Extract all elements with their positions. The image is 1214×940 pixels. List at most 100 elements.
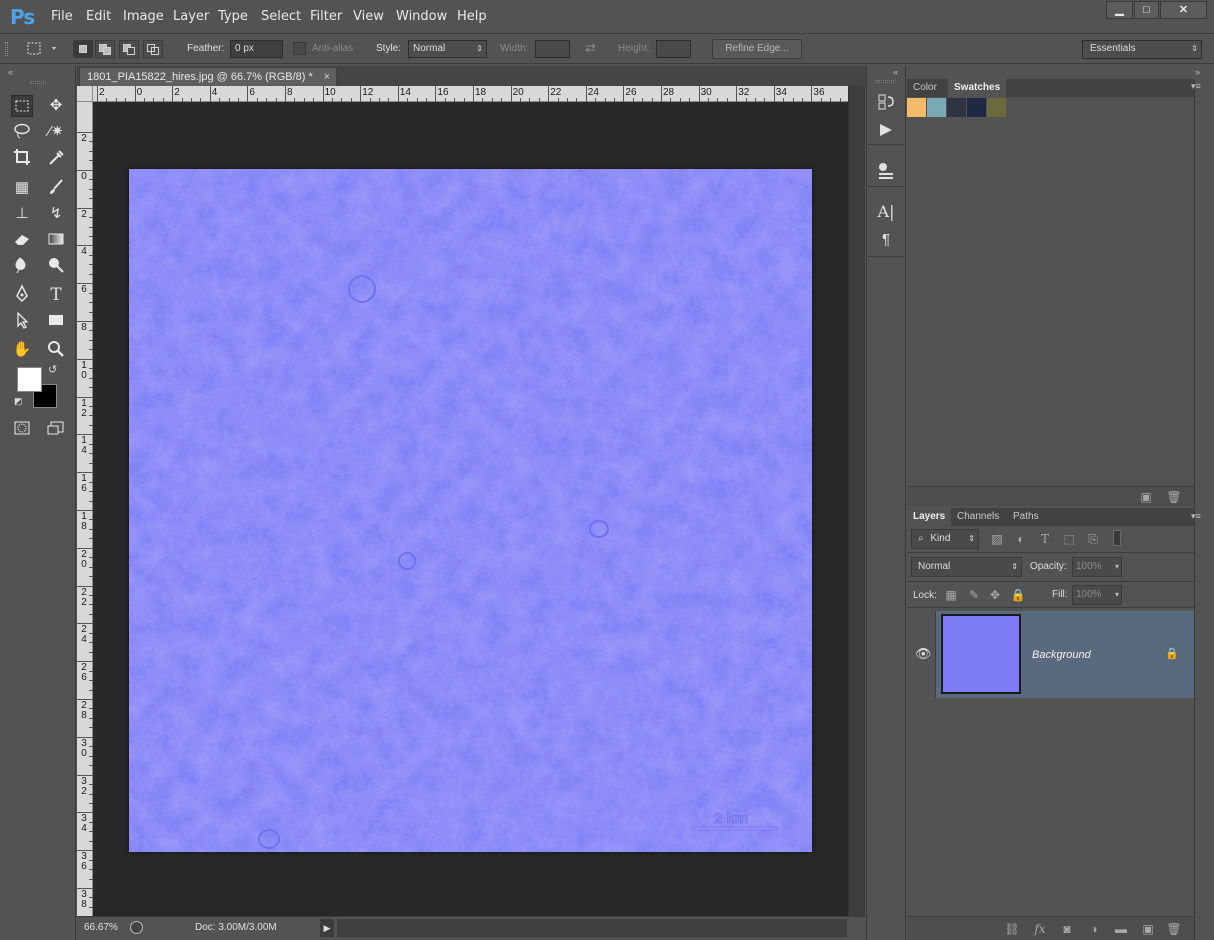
- history-panel-icon[interactable]: [876, 92, 896, 112]
- spot-healing-tool[interactable]: ▦: [11, 177, 33, 199]
- tab-layers[interactable]: Layers: [907, 508, 952, 526]
- layer-mask-icon[interactable]: ◙: [1059, 921, 1075, 937]
- grip-handle[interactable]: [30, 81, 46, 84]
- smart-object-filter-icon[interactable]: ⎘: [1085, 531, 1101, 547]
- rectangle-tool[interactable]: [45, 310, 67, 332]
- eye-icon[interactable]: 👁: [915, 646, 932, 662]
- menu-edit[interactable]: Edit: [86, 9, 111, 24]
- new-group-icon[interactable]: ▬: [1113, 921, 1129, 937]
- refine-edge-button[interactable]: Refine Edge...: [712, 39, 802, 59]
- lock-position-icon[interactable]: ✥: [987, 587, 1003, 603]
- vertical-scrollbar[interactable]: [848, 86, 865, 916]
- shape-filter-icon[interactable]: ⬚: [1061, 531, 1077, 547]
- menu-help[interactable]: Help: [457, 9, 487, 24]
- panel-menu-icon[interactable]: ▾≡: [1191, 81, 1201, 92]
- tab-color[interactable]: Color: [907, 79, 943, 97]
- eyedropper-tool[interactable]: [45, 147, 67, 169]
- grip-handle[interactable]: [876, 80, 894, 83]
- adjustment-layer-icon[interactable]: ◑: [1086, 921, 1102, 937]
- ruler-origin[interactable]: [77, 86, 93, 102]
- menu-file[interactable]: File: [51, 9, 73, 24]
- add-selection-mode[interactable]: [95, 40, 115, 58]
- rectangular-marquee-tool[interactable]: [11, 95, 33, 117]
- link-layers-icon[interactable]: ⛓: [1004, 921, 1020, 937]
- adjustment-filter-icon[interactable]: ◐: [1013, 531, 1029, 547]
- new-selection-mode[interactable]: [73, 40, 93, 58]
- menu-image[interactable]: Image: [123, 9, 164, 24]
- brush-tool[interactable]: [45, 177, 67, 199]
- height-input[interactable]: [656, 40, 691, 58]
- close-window-button[interactable]: ✕: [1160, 1, 1207, 19]
- expand-panels-icon[interactable]: »: [1195, 67, 1200, 77]
- lasso-tool[interactable]: [11, 121, 33, 143]
- swap-icon[interactable]: ⇄: [585, 40, 596, 56]
- blend-mode-select[interactable]: Normal ⇕: [911, 557, 1022, 577]
- menu-view[interactable]: View: [353, 9, 384, 24]
- document-canvas[interactable]: 2 km: [129, 169, 812, 852]
- lock-transparency-icon[interactable]: ▦: [943, 587, 959, 603]
- type-filter-icon[interactable]: T: [1037, 531, 1053, 547]
- horizontal-ruler[interactable]: 2 0 2 4 6 8 10 12 14 16 18 20 22 24 26 28 30 32 34 36: [93, 86, 848, 102]
- magic-wand-tool[interactable]: ⁄✷: [45, 121, 67, 143]
- tab-swatches[interactable]: Swatches: [948, 79, 1007, 97]
- foreground-color-swatch[interactable]: [17, 367, 42, 392]
- blur-tool[interactable]: [11, 255, 33, 277]
- panel-menu-icon[interactable]: ▾≡: [1191, 511, 1201, 522]
- fill-input[interactable]: 100% ▾: [1072, 585, 1122, 605]
- swatch[interactable]: [927, 98, 946, 117]
- tab-channels[interactable]: Channels: [951, 508, 1005, 526]
- quick-mask-button[interactable]: [11, 418, 33, 440]
- move-tool[interactable]: ✥: [45, 95, 67, 117]
- vertical-ruler[interactable]: 202468101214161820222426283032343638: [77, 102, 93, 916]
- menu-filter[interactable]: Filter: [310, 9, 342, 24]
- tab-paths[interactable]: Paths: [1007, 508, 1045, 526]
- opacity-input[interactable]: 100% ▾: [1072, 557, 1122, 577]
- properties-panel-icon[interactable]: [876, 160, 896, 180]
- style-select[interactable]: Normal ⇕: [408, 40, 487, 58]
- delete-layer-icon[interactable]: 🗑: [1166, 921, 1182, 937]
- zoom-tool[interactable]: [45, 339, 67, 361]
- filter-toggle[interactable]: [1113, 530, 1121, 546]
- expand-icon[interactable]: «: [893, 67, 898, 77]
- feather-input[interactable]: 0 px: [230, 40, 283, 58]
- intersect-selection-mode[interactable]: [143, 40, 163, 58]
- menu-select[interactable]: Select: [261, 9, 301, 24]
- screen-mode-button[interactable]: [45, 418, 67, 440]
- lock-all-icon[interactable]: 🔒: [1010, 587, 1026, 603]
- antialias-checkbox[interactable]: [293, 42, 306, 55]
- clone-stamp-tool[interactable]: ⊥: [11, 203, 33, 225]
- fx-icon[interactable]: fx: [1032, 921, 1048, 937]
- subtract-selection-mode[interactable]: [119, 40, 139, 58]
- menu-window[interactable]: Window: [396, 9, 447, 24]
- swatch[interactable]: [947, 98, 966, 117]
- dodge-tool[interactable]: [45, 255, 67, 277]
- crop-tool[interactable]: [11, 147, 33, 169]
- menu-type[interactable]: Type: [218, 9, 248, 24]
- gradient-tool[interactable]: [45, 229, 67, 251]
- eraser-tool[interactable]: [11, 229, 33, 251]
- hand-tool[interactable]: ✋: [11, 339, 33, 361]
- width-input[interactable]: [535, 40, 570, 58]
- maximize-button[interactable]: □: [1134, 1, 1159, 19]
- status-menu-button[interactable]: ▶: [320, 919, 334, 937]
- pen-tool[interactable]: [11, 284, 33, 306]
- actions-panel-icon[interactable]: [876, 120, 896, 140]
- menu-layer[interactable]: Layer: [173, 9, 209, 24]
- path-selection-tool[interactable]: [11, 310, 33, 332]
- workspace-select[interactable]: Essentials ⇕: [1082, 40, 1202, 59]
- layer-filter-kind[interactable]: ⌕ Kind ⇕: [911, 529, 979, 549]
- new-swatch-icon[interactable]: ▣: [1138, 489, 1154, 505]
- swap-colors-icon[interactable]: ↺: [48, 363, 57, 376]
- swatch[interactable]: [987, 98, 1006, 117]
- collapse-icon[interactable]: «: [8, 67, 13, 77]
- status-info-icon[interactable]: [130, 921, 143, 934]
- trash-icon[interactable]: 🗑: [1166, 489, 1182, 505]
- layer-name[interactable]: Background: [1032, 649, 1091, 661]
- default-colors-icon[interactable]: ◩: [14, 396, 23, 407]
- swatch[interactable]: [907, 98, 926, 117]
- horizontal-scrollbar[interactable]: [337, 919, 847, 937]
- tool-preset-picker[interactable]: [26, 40, 62, 58]
- character-panel-icon[interactable]: A|: [876, 202, 896, 222]
- swatch[interactable]: [967, 98, 986, 117]
- new-layer-icon[interactable]: ▣: [1140, 921, 1156, 937]
